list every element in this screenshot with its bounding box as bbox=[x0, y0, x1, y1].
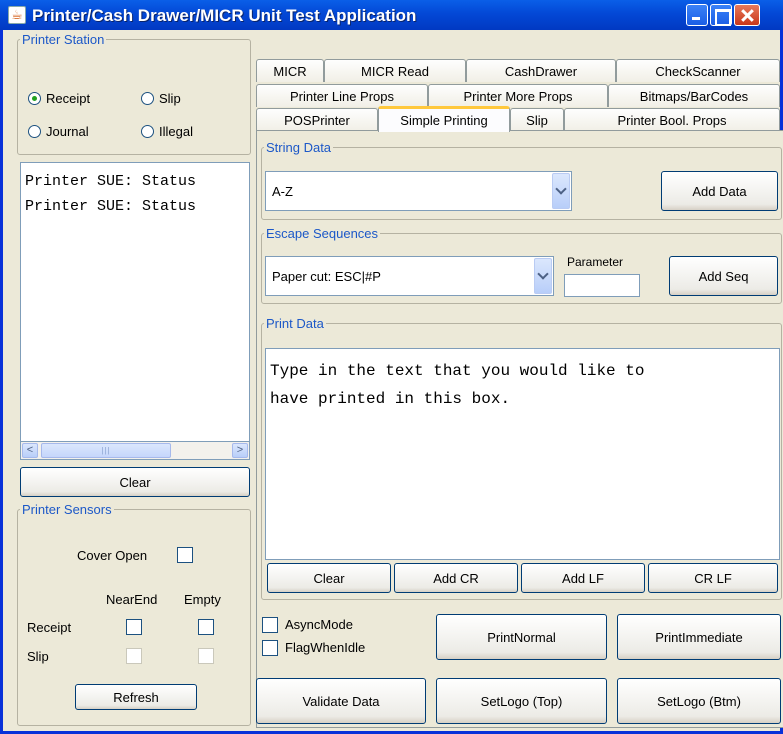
add-seq-button[interactable]: Add Seq bbox=[669, 256, 778, 296]
radio-illegal-label: Illegal bbox=[159, 124, 193, 139]
setlogo-top-button[interactable]: SetLogo (Top) bbox=[436, 678, 607, 724]
radio-selected-icon bbox=[28, 92, 41, 105]
radio-journal[interactable]: Journal bbox=[28, 124, 89, 139]
printer-station-legend: Printer Station bbox=[22, 32, 105, 47]
print-immediate-button[interactable]: PrintImmediate bbox=[617, 614, 781, 660]
minimize-button[interactable] bbox=[686, 4, 708, 26]
chevron-down-icon[interactable] bbox=[534, 258, 552, 294]
window-title: Printer/Cash Drawer/MICR Unit Test Appli… bbox=[32, 6, 417, 25]
scroll-right-icon[interactable]: > bbox=[232, 443, 248, 458]
chevron-down-icon[interactable] bbox=[552, 173, 570, 209]
log-horizontal-scrollbar[interactable]: < ||| > bbox=[20, 442, 250, 460]
print-normal-button[interactable]: PrintNormal bbox=[436, 614, 607, 660]
radio-unselected-icon bbox=[28, 125, 41, 138]
radio-slip[interactable]: Slip bbox=[141, 91, 181, 106]
print-data-textarea[interactable]: Type in the text that you would like to … bbox=[265, 348, 780, 560]
radio-receipt[interactable]: Receipt bbox=[28, 91, 90, 106]
tab-simple-printing[interactable]: Simple Printing bbox=[378, 106, 510, 132]
escape-sequence-select[interactable]: Paper cut: ESC|#P bbox=[265, 256, 554, 296]
string-data-legend: String Data bbox=[266, 140, 332, 155]
radio-receipt-label: Receipt bbox=[46, 91, 91, 106]
log-line: Printer SUE: Status bbox=[25, 198, 197, 215]
string-data-value: A-Z bbox=[272, 183, 293, 199]
async-mode-label: AsyncMode bbox=[285, 617, 353, 632]
receipt-nearend-checkbox[interactable] bbox=[126, 619, 142, 635]
parameter-input[interactable] bbox=[564, 274, 640, 297]
nearend-column-label: NearEnd bbox=[106, 592, 158, 607]
setlogo-btm-button[interactable]: SetLogo (Btm) bbox=[617, 678, 781, 724]
tab-posprinter[interactable]: POSPrinter bbox=[256, 108, 378, 131]
cr-lf-button[interactable]: CR LF bbox=[648, 563, 778, 593]
tab-micr[interactable]: MICR bbox=[256, 59, 324, 82]
refresh-button[interactable]: Refresh bbox=[75, 684, 197, 710]
tab-printer-more-props[interactable]: Printer More Props bbox=[428, 84, 608, 107]
close-button[interactable] bbox=[734, 4, 760, 26]
tab-bitmaps-barcodes[interactable]: Bitmaps/BarCodes bbox=[608, 84, 780, 107]
tab-printer-bool-props[interactable]: Printer Bool. Props bbox=[564, 108, 780, 131]
add-lf-button[interactable]: Add LF bbox=[521, 563, 645, 593]
escape-sequence-value: Paper cut: ESC|#P bbox=[272, 268, 381, 284]
receipt-empty-checkbox[interactable] bbox=[198, 619, 214, 635]
tab-checkscanner[interactable]: CheckScanner bbox=[616, 59, 780, 82]
receipt-row-label: Receipt bbox=[27, 620, 72, 635]
java-cup-icon: ☕ bbox=[8, 6, 26, 24]
status-log[interactable]: Printer SUE: Status Printer SUE: Status bbox=[20, 162, 250, 442]
string-data-select[interactable]: A-Z bbox=[265, 171, 572, 211]
scroll-thumb[interactable]: ||| bbox=[41, 443, 171, 458]
tab-row-1: MICR MICR Read CashDrawer CheckScanner bbox=[256, 59, 780, 82]
scroll-left-icon[interactable]: < bbox=[22, 443, 38, 458]
slip-nearend-checkbox bbox=[126, 648, 142, 664]
cover-open-label: Cover Open bbox=[77, 548, 148, 563]
title-bar[interactable]: ☕ Printer/Cash Drawer/MICR Unit Test App… bbox=[0, 0, 783, 30]
add-cr-button[interactable]: Add CR bbox=[394, 563, 518, 593]
radio-illegal[interactable]: Illegal bbox=[141, 124, 193, 139]
radio-journal-label: Journal bbox=[46, 124, 89, 139]
parameter-label: Parameter bbox=[567, 255, 624, 269]
log-clear-button[interactable]: Clear bbox=[20, 467, 250, 497]
maximize-button[interactable] bbox=[710, 4, 732, 26]
radio-unselected-icon bbox=[141, 92, 154, 105]
add-data-button[interactable]: Add Data bbox=[661, 171, 778, 211]
flag-when-idle-checkbox[interactable] bbox=[262, 640, 278, 656]
slip-empty-checkbox bbox=[198, 648, 214, 664]
tab-slip[interactable]: Slip bbox=[510, 108, 564, 131]
tab-row-3: POSPrinter Simple Printing Slip Printer … bbox=[256, 106, 780, 132]
radio-unselected-icon bbox=[141, 125, 154, 138]
printer-sensors-legend: Printer Sensors bbox=[22, 502, 112, 517]
slip-row-label: Slip bbox=[27, 649, 49, 664]
cover-open-checkbox[interactable] bbox=[177, 547, 193, 563]
print-clear-button[interactable]: Clear bbox=[267, 563, 391, 593]
tab-printer-line-props[interactable]: Printer Line Props bbox=[256, 84, 428, 107]
async-mode-checkbox[interactable] bbox=[262, 617, 278, 633]
validate-data-button[interactable]: Validate Data bbox=[256, 678, 426, 724]
empty-column-label: Empty bbox=[184, 592, 221, 607]
escape-sequences-legend: Escape Sequences bbox=[266, 226, 379, 241]
flag-when-idle-label: FlagWhenIdle bbox=[285, 640, 366, 655]
tab-micr-read[interactable]: MICR Read bbox=[324, 59, 466, 82]
log-line: Printer SUE: Status bbox=[25, 173, 197, 190]
tab-cashdrawer[interactable]: CashDrawer bbox=[466, 59, 616, 82]
app-window: ☕ Printer/Cash Drawer/MICR Unit Test App… bbox=[0, 0, 783, 734]
radio-slip-label: Slip bbox=[159, 91, 181, 106]
tab-row-2: Printer Line Props Printer More Props Bi… bbox=[256, 84, 780, 107]
print-data-legend: Print Data bbox=[266, 316, 324, 331]
